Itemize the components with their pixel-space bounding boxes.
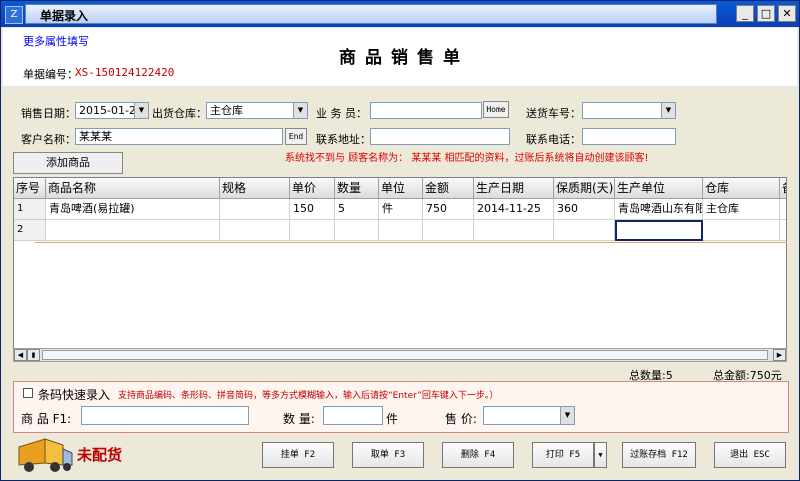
scroll-right-icon[interactable]: ▶ bbox=[773, 349, 786, 361]
cell-amount[interactable]: 750 bbox=[423, 199, 474, 220]
delivery-status: 未配货 bbox=[77, 446, 123, 464]
cell-production-date[interactable]: 2014-11-25 bbox=[474, 199, 554, 220]
sales-entry-window: Z 单据录入 _ □ ✕ 更多属性填写 商品销售单 单据编号： XS-15012… bbox=[0, 0, 800, 481]
row-number[interactable]: 1 bbox=[14, 199, 46, 220]
add-product-button[interactable]: 添加商品 bbox=[13, 152, 123, 174]
window-title: 单据录入 bbox=[40, 9, 89, 23]
column-header[interactable]: 序号 bbox=[14, 178, 46, 199]
cell-shelf-life[interactable] bbox=[554, 220, 615, 241]
end-button[interactable]: End bbox=[285, 128, 307, 145]
scroll-left-icon[interactable]: ◀ bbox=[14, 349, 27, 361]
doc-no-label: 单据编号： bbox=[23, 68, 78, 81]
column-header[interactable]: 单位 bbox=[379, 178, 423, 199]
maximize-button[interactable]: □ bbox=[757, 5, 775, 22]
close-button[interactable]: ✕ bbox=[778, 5, 796, 22]
price-select[interactable]: ▼ bbox=[483, 406, 575, 425]
delivery-truck-icon bbox=[18, 438, 73, 472]
product-f1-input[interactable] bbox=[81, 406, 249, 425]
quantity-input[interactable] bbox=[323, 406, 383, 425]
cell-unit[interactable]: 件 bbox=[379, 199, 423, 220]
customer-input[interactable]: 某某某 bbox=[75, 128, 283, 145]
column-header[interactable]: 备 bbox=[780, 178, 786, 199]
minimize-button[interactable]: _ bbox=[736, 5, 754, 22]
warehouse-select[interactable]: 主仓库 ▼ bbox=[206, 102, 308, 119]
column-header[interactable]: 生产日期 bbox=[474, 178, 554, 199]
phone-input[interactable] bbox=[582, 128, 676, 145]
quantity-label: 数 量: bbox=[283, 412, 315, 426]
warehouse-value: 主仓库 bbox=[210, 104, 243, 117]
cell-warehouse[interactable] bbox=[703, 220, 780, 241]
cell-product-name[interactable] bbox=[46, 220, 220, 241]
column-header[interactable]: 保质期(天) bbox=[554, 178, 615, 199]
quick-entry-hint: 支持商品编码、条形码、拼音简码，等多方式模糊输入，输入后请按“Enter”回车键… bbox=[118, 391, 499, 401]
column-header[interactable]: 数量 bbox=[335, 178, 379, 199]
customer-label: 客户名称： bbox=[21, 133, 76, 146]
cell-quantity[interactable]: 5 bbox=[335, 199, 379, 220]
cell-unit[interactable] bbox=[379, 220, 423, 241]
cell-remark[interactable] bbox=[780, 199, 786, 220]
cell-manufacturer[interactable] bbox=[615, 220, 703, 241]
truck-no-label: 送货车号： bbox=[526, 107, 581, 120]
cell-warehouse[interactable]: 主仓库 bbox=[703, 199, 780, 220]
cell-price[interactable]: 150 bbox=[290, 199, 335, 220]
sale-date-picker[interactable]: 2015-01-24 ▼ bbox=[75, 102, 149, 119]
print-dropdown-icon[interactable]: ▼ bbox=[594, 442, 607, 468]
salesman-input[interactable] bbox=[370, 102, 482, 119]
column-header[interactable]: 生产单位 bbox=[615, 178, 703, 199]
cell-shelf-life[interactable]: 360 bbox=[554, 199, 615, 220]
cell-production-date[interactable] bbox=[474, 220, 554, 241]
chevron-down-icon[interactable]: ▼ bbox=[134, 103, 148, 118]
title-field: 单据录入 bbox=[25, 4, 717, 24]
row-number[interactable]: 2 bbox=[14, 220, 46, 241]
scroll-first-icon[interactable]: ▮ bbox=[27, 349, 40, 361]
chevron-down-icon[interactable]: ▼ bbox=[560, 407, 574, 424]
price-label: 售 价: bbox=[445, 412, 477, 426]
cell-product-name[interactable]: 青岛啤酒(易拉罐) bbox=[46, 199, 220, 220]
cell-quantity[interactable] bbox=[335, 220, 379, 241]
quantity-unit: 件 bbox=[386, 412, 399, 426]
title-bar[interactable]: Z 单据录入 _ □ ✕ bbox=[1, 1, 799, 27]
chevron-down-icon[interactable]: ▼ bbox=[293, 103, 307, 118]
post-archive-button[interactable]: 过账存档 F12 bbox=[622, 442, 696, 468]
column-header[interactable]: 单价 bbox=[290, 178, 335, 199]
more-attributes-link[interactable]: 更多属性填写 bbox=[23, 33, 89, 49]
column-header[interactable]: 金额 bbox=[423, 178, 474, 199]
cell-remark[interactable] bbox=[780, 220, 786, 241]
column-header[interactable]: 仓库 bbox=[703, 178, 780, 199]
column-header[interactable]: 规格 bbox=[220, 178, 290, 199]
address-input[interactable] bbox=[370, 128, 510, 145]
warehouse-label: 出货仓库： bbox=[152, 107, 207, 120]
customer-not-found-hint: 系统找不到与 顾客名称为： 某某某 相匹配的资料，过账后系统将自动创建该顾客! bbox=[285, 153, 649, 164]
scroll-thumb[interactable] bbox=[42, 350, 768, 360]
cell-spec[interactable] bbox=[220, 199, 290, 220]
horizontal-scrollbar[interactable]: ◀ ▮ ▶ bbox=[13, 348, 787, 362]
cell-spec[interactable] bbox=[220, 220, 290, 241]
cell-price[interactable] bbox=[290, 220, 335, 241]
delete-button[interactable]: 删除 F4 bbox=[442, 442, 514, 468]
hold-order-button[interactable]: 挂单 F2 bbox=[262, 442, 334, 468]
salesman-label: 业 务 员： bbox=[316, 107, 367, 120]
exit-button[interactable]: 退出 ESC bbox=[714, 442, 786, 468]
product-f1-label: 商 品 F1: bbox=[21, 412, 72, 426]
retrieve-order-button[interactable]: 取单 F3 bbox=[352, 442, 424, 468]
phone-label: 联系电话： bbox=[526, 133, 581, 146]
truck-no-select[interactable]: ▼ bbox=[582, 102, 676, 119]
cell-manufacturer[interactable]: 青岛啤酒山东有限公司 bbox=[615, 199, 703, 220]
home-button[interactable]: Home bbox=[483, 101, 509, 118]
app-icon: Z bbox=[5, 6, 23, 24]
cell-amount[interactable] bbox=[423, 220, 474, 241]
document-header: 更多属性填写 商品销售单 单据编号： XS-150124122420 bbox=[3, 28, 797, 86]
print-button[interactable]: 打印 F5 bbox=[532, 442, 594, 468]
barcode-quick-entry-label[interactable]: 条码快速录入 bbox=[38, 386, 110, 403]
row-separator bbox=[35, 242, 787, 243]
column-header[interactable]: 商品名称 bbox=[46, 178, 220, 199]
page-title: 商品销售单 bbox=[339, 48, 469, 68]
product-grid[interactable]: 序号 商品名称 规格 单价 数量 单位 金额 生产日期 保质期(天) 生产单位 … bbox=[13, 177, 787, 349]
doc-no-value: XS-150124122420 bbox=[75, 66, 175, 79]
barcode-quick-entry-checkbox[interactable] bbox=[23, 388, 33, 398]
chevron-down-icon[interactable]: ▼ bbox=[661, 103, 675, 118]
address-label: 联系地址： bbox=[316, 133, 371, 146]
sale-date-label: 销售日期： bbox=[21, 107, 76, 120]
